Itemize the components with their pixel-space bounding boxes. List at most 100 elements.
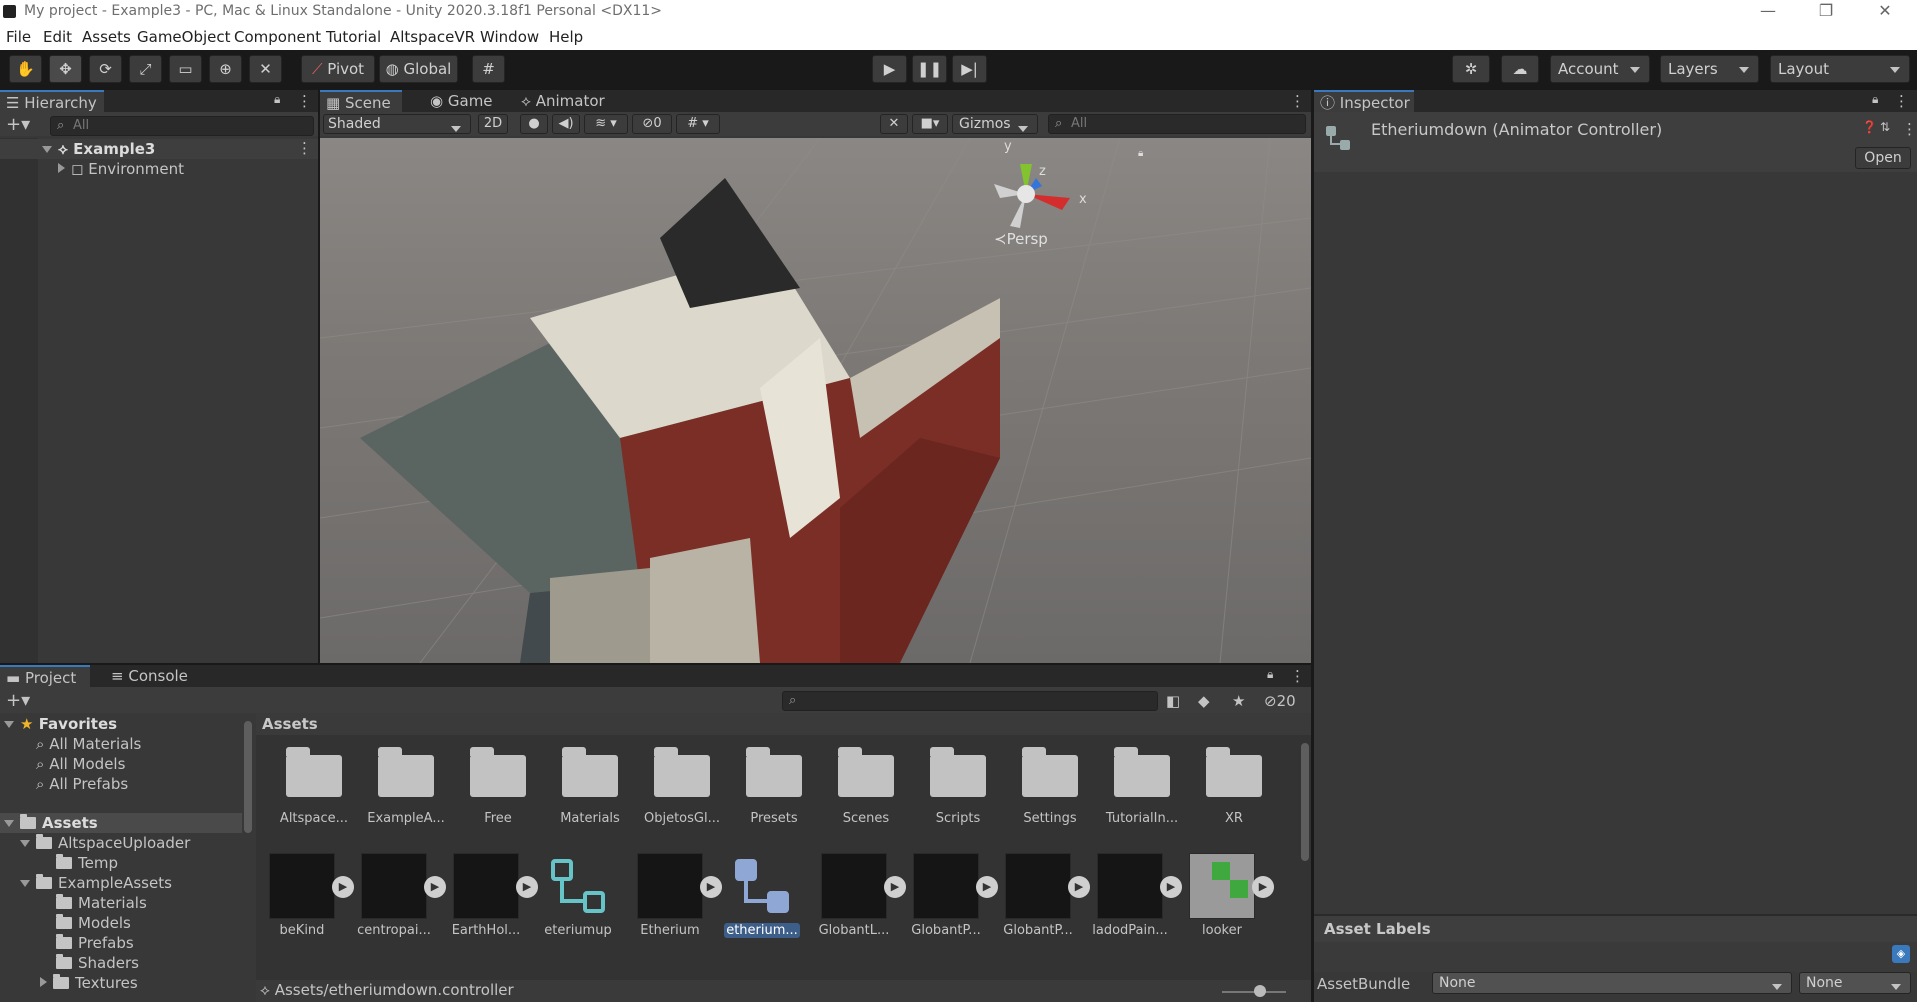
folder-item[interactable]: Scenes	[822, 741, 910, 826]
layers-dropdown[interactable]: Layers	[1660, 55, 1759, 83]
layout-dropdown[interactable]: Layout	[1770, 55, 1910, 83]
inspector-lock-icon[interactable]: 🔒︎	[1872, 92, 1878, 107]
gizmo-lock-icon[interactable]: 🔒︎	[1138, 148, 1143, 159]
grid-dropdown[interactable]: # ▾	[676, 114, 720, 134]
tree-prefabs[interactable]: Prefabs	[56, 933, 134, 953]
preset-icon[interactable]: ⇅	[1880, 120, 1890, 134]
thumbnail-size-slider-handle[interactable]	[1254, 985, 1266, 997]
pivot-toggle[interactable]: ⟋ Pivot	[301, 55, 375, 83]
tab-animator[interactable]: ⟡ Animator	[515, 90, 605, 112]
folder-item[interactable]: XR	[1190, 741, 1278, 826]
maximize-button[interactable]: ❐	[1803, 0, 1849, 24]
asset-item[interactable]: ▶ beKind	[258, 853, 354, 938]
menu-file[interactable]: File	[6, 28, 31, 46]
folder-item[interactable]: TutorialIn...	[1098, 741, 1186, 826]
menu-component[interactable]: Component	[234, 28, 321, 46]
search-by-label-icon[interactable]: ◆	[1198, 692, 1210, 710]
close-button[interactable]: ✕	[1862, 0, 1908, 24]
global-toggle[interactable]: ◍ Global	[379, 55, 458, 83]
lock-icon[interactable]: 🔒︎	[274, 92, 280, 107]
folder-item[interactable]: Settings	[1006, 741, 1094, 826]
folder-item[interactable]: Scripts	[914, 741, 1002, 826]
shading-mode-dropdown[interactable]: Shaded	[323, 114, 471, 134]
asset-item[interactable]: ▶ centropai...	[350, 853, 446, 938]
asset-item[interactable]: ▶ looker	[1178, 853, 1274, 938]
camera-dropdown[interactable]: ■▾	[912, 114, 948, 134]
grid-snap-button[interactable]: #	[472, 55, 505, 83]
lighting-toggle[interactable]: ●	[520, 114, 548, 134]
asset-item-selected[interactable]: etherium...	[718, 853, 806, 938]
minimize-button[interactable]: —	[1745, 0, 1791, 24]
effects-dropdown[interactable]: ≋ ▾	[584, 114, 628, 134]
asset-scrollbar-thumb[interactable]	[1301, 743, 1309, 861]
favorite-all-materials[interactable]: ⌕ All Materials	[36, 734, 141, 754]
tree-materials[interactable]: Materials	[56, 893, 147, 913]
tree-models[interactable]: Models	[56, 913, 131, 933]
scene-menu-icon[interactable]: ⋮	[297, 139, 312, 157]
tree-exampleassets[interactable]: ExampleAssets	[20, 873, 172, 893]
hidden-packages-toggle[interactable]: ⊘20	[1264, 692, 1296, 710]
inspector-more-icon[interactable]: ⋮	[1894, 92, 1909, 110]
play-button[interactable]: ▶	[872, 55, 907, 83]
folder-item[interactable]: Free	[454, 741, 542, 826]
menu-altspacevr[interactable]: AltspaceVR	[390, 28, 475, 46]
favorites-header[interactable]: ★ Favorites	[4, 714, 117, 734]
audio-toggle[interactable]: ◀)	[552, 114, 580, 134]
move-tool-button[interactable]: ✥	[49, 55, 82, 83]
transform-tool-button[interactable]: ⊕	[209, 55, 242, 83]
hierarchy-search-input[interactable]: All	[50, 116, 314, 136]
play-preview-icon[interactable]: ▶	[1252, 876, 1274, 898]
folder-item[interactable]: Altspace...	[270, 741, 358, 826]
tab-console[interactable]: ≡ Console	[105, 665, 188, 687]
folder-item[interactable]: Presets	[730, 741, 818, 826]
custom-tool-button[interactable]: ✕	[249, 55, 282, 83]
rotate-tool-button[interactable]: ⟳	[89, 55, 122, 83]
breadcrumb[interactable]: Assets	[262, 715, 318, 733]
tree-scrollbar[interactable]	[244, 721, 252, 833]
scale-tool-button[interactable]: ⤢	[129, 55, 162, 83]
scene-root-item[interactable]: ⟡ Example3	[42, 139, 155, 159]
tree-shaders[interactable]: Shaders	[56, 953, 139, 973]
tree-assets-root[interactable]: Assets	[4, 813, 98, 833]
menu-window[interactable]: Window	[480, 28, 539, 46]
tab-inspector[interactable]: ⓘ Inspector	[1314, 90, 1414, 112]
tab-project[interactable]: ▬ Project	[0, 665, 90, 687]
scene-more-icon[interactable]: ⋮	[1290, 92, 1305, 110]
folder-item[interactable]: ExampleA...	[362, 741, 450, 826]
assetbundle-variant-dropdown[interactable]: None	[1799, 972, 1911, 994]
asset-item[interactable]: ▶ GlobantL...	[810, 853, 906, 938]
hierarchy-item-environment[interactable]: ◻ Environment	[58, 159, 184, 179]
projection-label[interactable]: ≺Persp	[994, 230, 1048, 248]
cloud-button[interactable]: ☁	[1501, 55, 1539, 83]
folder-item[interactable]: Materials	[546, 741, 634, 826]
create-add-button[interactable]: +▾	[6, 114, 30, 135]
hidden-objects-toggle[interactable]: ⊘0	[632, 114, 672, 134]
2d-toggle[interactable]: 2D	[478, 114, 508, 134]
asset-item[interactable]: ▶ EarthHol...	[442, 853, 538, 938]
more-menu-icon[interactable]: ⋮	[297, 92, 312, 110]
favorite-all-prefabs[interactable]: ⌕ All Prefabs	[36, 774, 128, 794]
component-menu-icon[interactable]: ⋮	[1902, 120, 1917, 138]
project-create-button[interactable]: +▾	[6, 690, 30, 711]
asset-item[interactable]: ▶ GlobantP...	[994, 853, 1090, 938]
scene-search-input[interactable]: All	[1048, 114, 1306, 134]
scene-viewport[interactable]: y z x ≺Persp 🔒︎	[320, 138, 1311, 663]
tab-game[interactable]: ◉ Game	[424, 90, 493, 112]
favorite-star-icon[interactable]: ★	[1232, 692, 1245, 710]
favorite-all-models[interactable]: ⌕ All Models	[36, 754, 125, 774]
tree-textures[interactable]: Textures	[40, 973, 138, 993]
project-more-icon[interactable]: ⋮	[1290, 667, 1305, 685]
tools-button[interactable]: ✕	[880, 114, 908, 134]
pause-button[interactable]: ❚❚	[912, 55, 947, 83]
menu-tutorial[interactable]: Tutorial	[326, 28, 381, 46]
folder-item[interactable]: ObjetosGl...	[638, 741, 726, 826]
tab-hierarchy[interactable]: ☰ Hierarchy	[0, 90, 104, 112]
project-search-input[interactable]	[782, 691, 1158, 711]
asset-item[interactable]: ▶ ladodPain...	[1086, 853, 1182, 938]
collab-button[interactable]: ✲	[1452, 55, 1490, 83]
asset-item[interactable]: ▶ GlobantP...	[902, 853, 998, 938]
tag-icon[interactable]: ◈	[1892, 945, 1910, 963]
asset-item[interactable]: eteriumup	[534, 853, 622, 938]
search-by-type-icon[interactable]: ◧	[1166, 692, 1180, 710]
step-button[interactable]: ▶|	[952, 55, 987, 83]
